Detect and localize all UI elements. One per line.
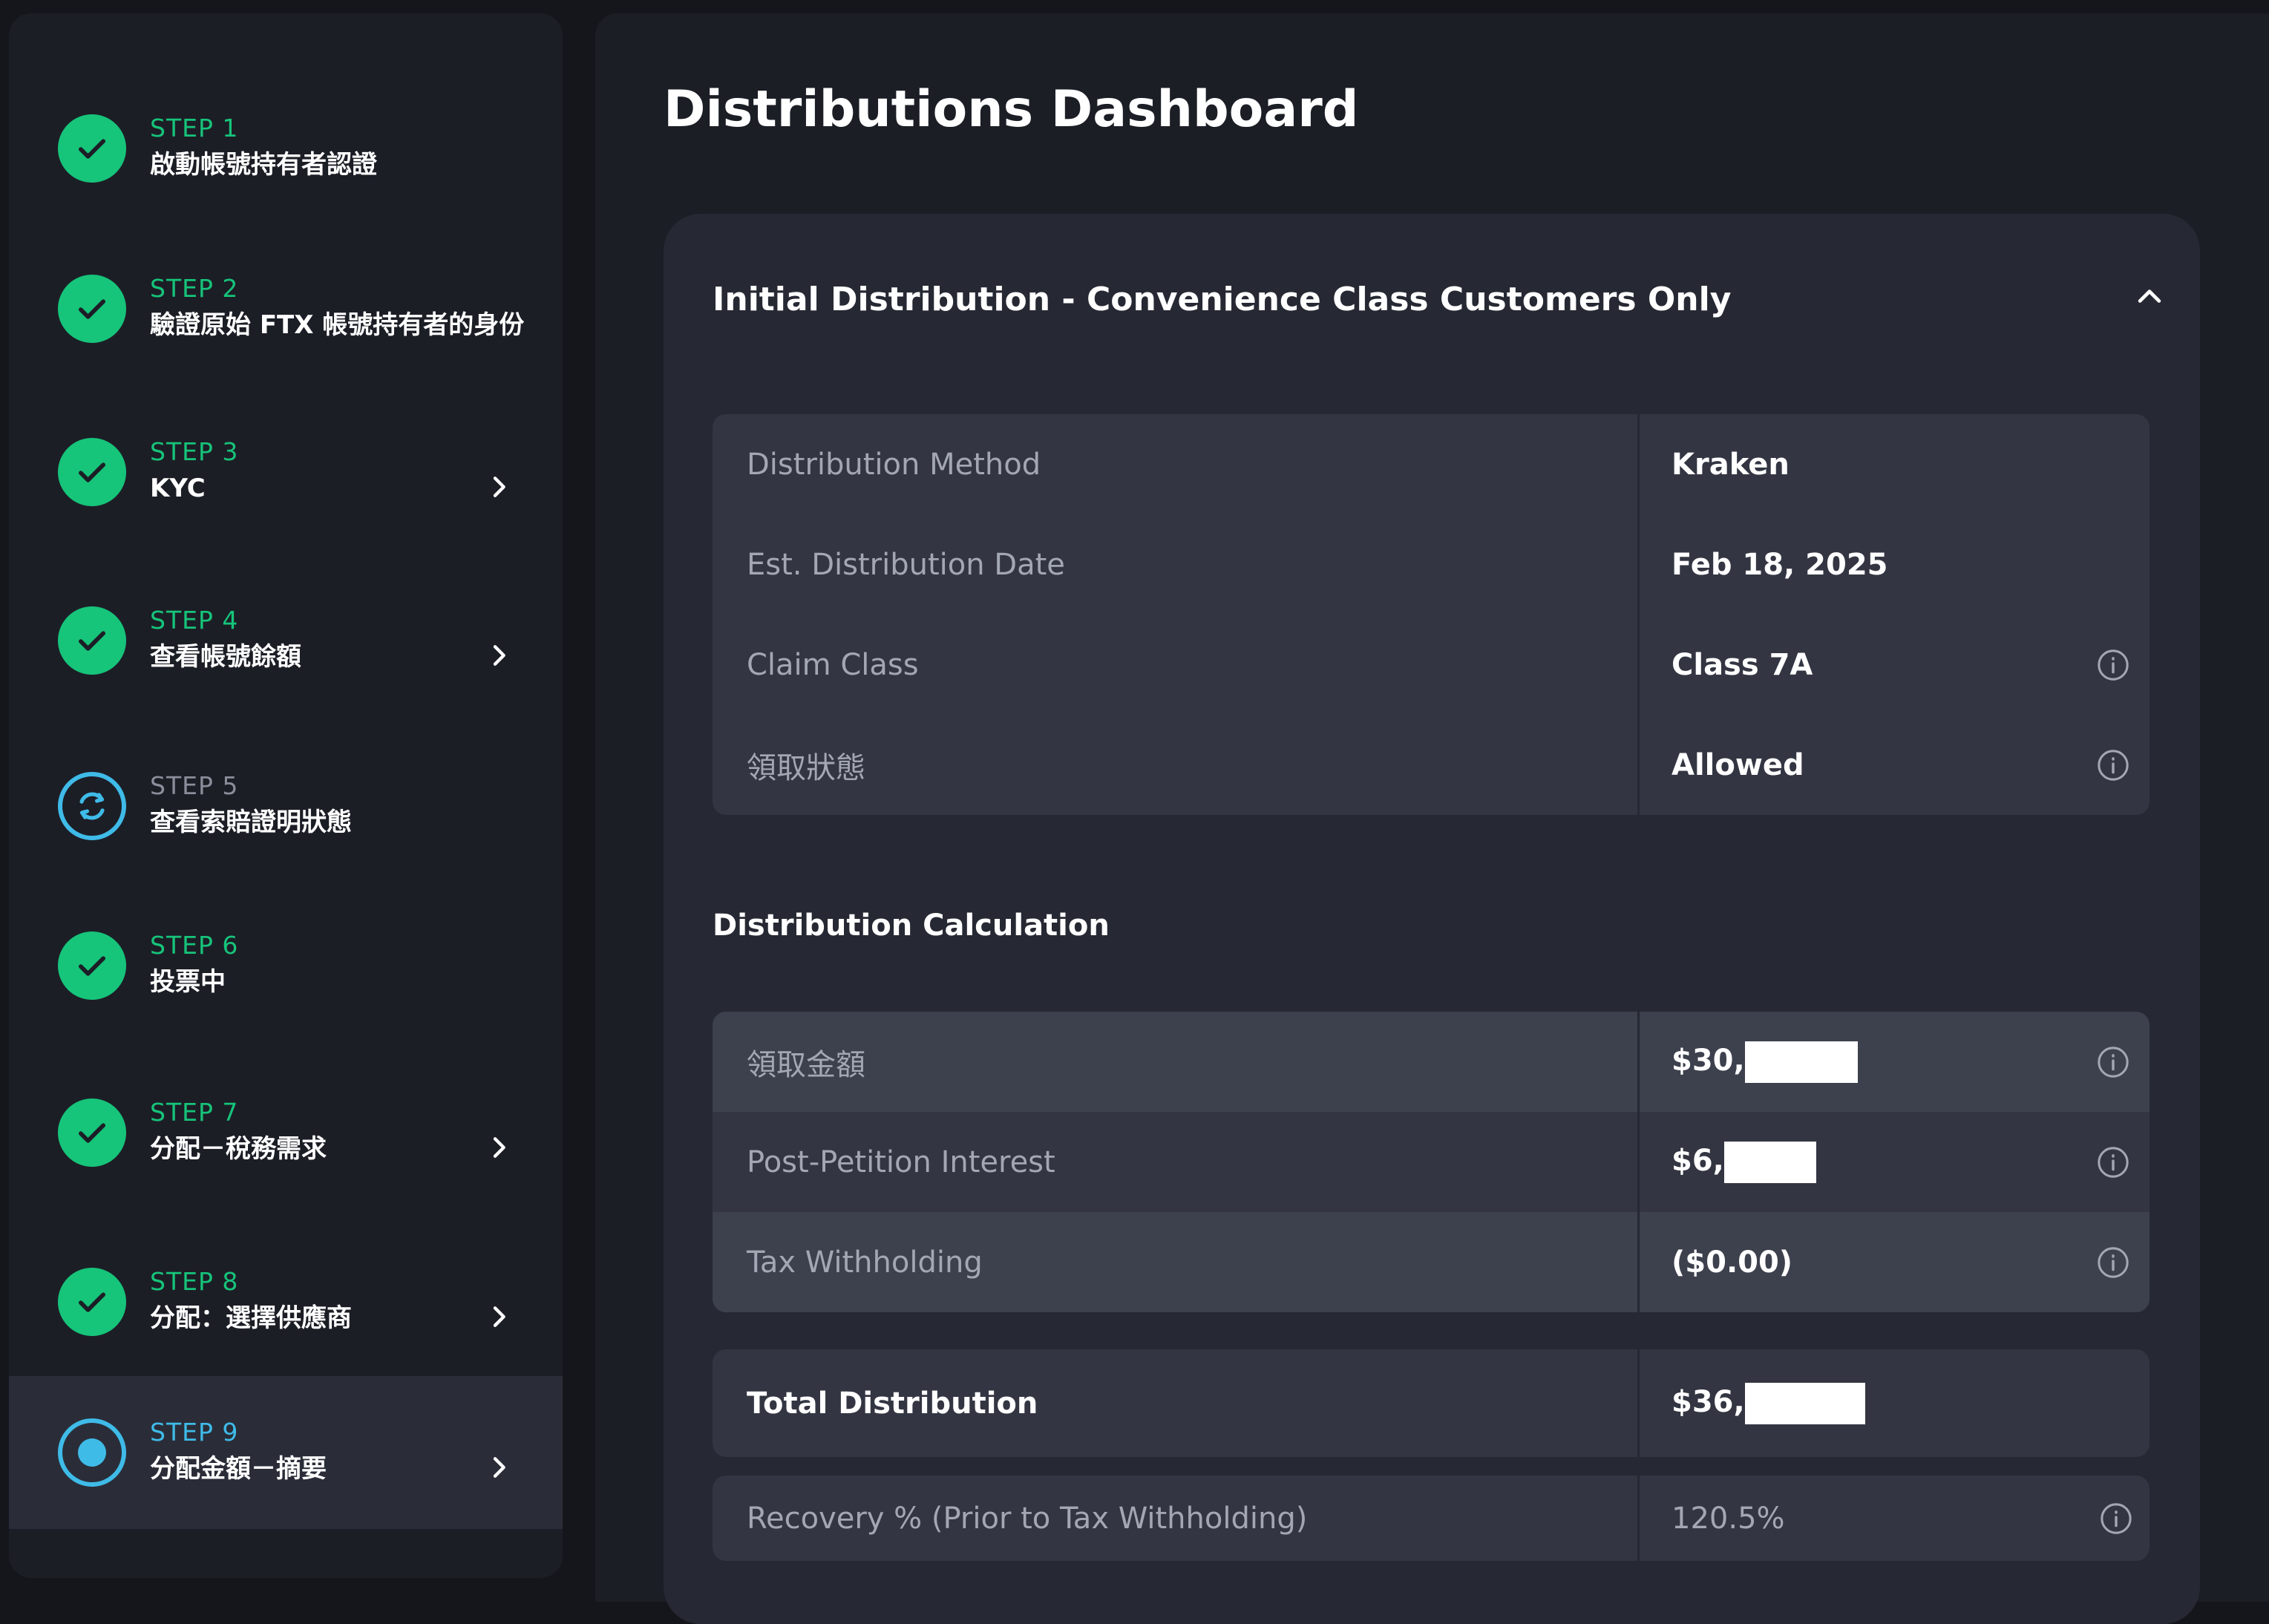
step-title: 分配－稅務需求 bbox=[150, 1134, 327, 1164]
row-label: 領取狀態 bbox=[747, 750, 865, 785]
step-number: STEP 9 bbox=[150, 1418, 239, 1447]
row-label: Post-Petition Interest bbox=[747, 1145, 1055, 1179]
step-5: STEP 5 查看索賠證明狀態 bbox=[9, 732, 563, 880]
step-number: STEP 3 bbox=[150, 437, 239, 466]
step-number: STEP 6 bbox=[150, 931, 239, 960]
info-icon[interactable] bbox=[2096, 648, 2130, 682]
table-row: 領取狀態 Allowed bbox=[713, 715, 2150, 815]
refresh-icon bbox=[58, 772, 126, 840]
info-icon[interactable] bbox=[2096, 1245, 2130, 1280]
chevron-right-icon[interactable] bbox=[484, 1133, 514, 1162]
table-row: 領取金額 $30, bbox=[713, 1012, 2150, 1112]
row-value: $36, bbox=[1672, 1382, 1865, 1424]
step-7[interactable]: STEP 7 分配－稅務需求 bbox=[9, 1058, 563, 1207]
table-row: Total Distribution $36, bbox=[713, 1349, 2150, 1457]
row-value: $6, bbox=[1672, 1141, 1816, 1183]
info-icon[interactable] bbox=[2099, 1502, 2133, 1536]
check-icon bbox=[58, 931, 126, 1000]
step-3[interactable]: STEP 3 KYC bbox=[9, 398, 563, 546]
redaction-box bbox=[1744, 1041, 1858, 1083]
step-number: STEP 8 bbox=[150, 1267, 239, 1296]
row-value: Kraken bbox=[1672, 447, 1790, 482]
card-title: Initial Distribution - Convenience Class… bbox=[713, 281, 1732, 318]
step-8[interactable]: STEP 8 分配：選擇供應商 bbox=[9, 1228, 563, 1376]
step-1: STEP 1 啟動帳號持有者認證 bbox=[9, 74, 563, 223]
step-2: STEP 2 驗證原始 FTX 帳號持有者的身份 bbox=[9, 235, 563, 383]
total-table: Total Distribution $36, bbox=[713, 1349, 2150, 1457]
main-panel: Distributions Dashboard Initial Distribu… bbox=[595, 13, 2269, 1624]
step-number: STEP 2 bbox=[150, 274, 239, 303]
table-row: Tax Withholding ($0.00) bbox=[713, 1212, 2150, 1312]
step-title: 啟動帳號持有者認證 bbox=[150, 150, 377, 180]
table-row: Post-Petition Interest $6, bbox=[713, 1112, 2150, 1212]
step-9[interactable]: STEP 9 分配金額－摘要 bbox=[9, 1376, 563, 1529]
step-title: 分配：選擇供應商 bbox=[150, 1303, 352, 1333]
row-value: Feb 18, 2025 bbox=[1672, 547, 1888, 582]
step-title: 查看索賠證明狀態 bbox=[150, 808, 352, 837]
row-value: 120.5% bbox=[1672, 1501, 1785, 1536]
step-number: STEP 1 bbox=[150, 114, 239, 143]
row-value: ($0.00) bbox=[1672, 1245, 1793, 1280]
info-icon[interactable] bbox=[2096, 748, 2130, 782]
chevron-right-icon[interactable] bbox=[484, 472, 514, 502]
steps-sidebar: STEP 1 啟動帳號持有者認證 STEP 2 驗證原始 FTX 帳號持有者的身… bbox=[9, 13, 563, 1578]
details-table: Distribution Method Kraken Est. Distribu… bbox=[713, 414, 2150, 815]
step-title: 查看帳號餘額 bbox=[150, 642, 301, 672]
row-value: $30, bbox=[1672, 1041, 1858, 1083]
chevron-right-icon[interactable] bbox=[484, 1453, 514, 1482]
step-title: 驗證原始 FTX 帳號持有者的身份 bbox=[150, 310, 525, 340]
step-title: 投票中 bbox=[150, 967, 226, 997]
check-icon bbox=[58, 275, 126, 343]
step-number: STEP 4 bbox=[150, 606, 239, 635]
table-row: Claim Class Class 7A bbox=[713, 615, 2150, 715]
info-icon[interactable] bbox=[2096, 1045, 2130, 1079]
current-step-icon bbox=[58, 1418, 126, 1487]
table-row: Recovery % (Prior to Tax Withholding) 12… bbox=[713, 1476, 2150, 1561]
check-icon bbox=[58, 1099, 126, 1167]
step-4[interactable]: STEP 4 查看帳號餘額 bbox=[9, 566, 563, 715]
row-label: Recovery % (Prior to Tax Withholding) bbox=[747, 1501, 1308, 1536]
row-value: Class 7A bbox=[1672, 647, 1813, 682]
distribution-card: Initial Distribution - Convenience Class… bbox=[664, 214, 2200, 1624]
check-icon bbox=[58, 438, 126, 506]
info-icon[interactable] bbox=[2096, 1145, 2130, 1179]
section-title: Distribution Calculation bbox=[713, 908, 1110, 943]
redaction-box bbox=[1744, 1382, 1865, 1424]
check-icon bbox=[58, 1268, 126, 1336]
row-label: Claim Class bbox=[747, 647, 919, 682]
calculation-table: 領取金額 $30, Post-Petition Interest $6, Tax… bbox=[713, 1012, 2150, 1312]
table-row: Distribution Method Kraken bbox=[713, 414, 2150, 514]
row-label: Distribution Method bbox=[747, 447, 1041, 482]
row-label: Total Distribution bbox=[747, 1386, 1038, 1421]
row-label: Est. Distribution Date bbox=[747, 547, 1065, 582]
chevron-right-icon[interactable] bbox=[484, 641, 514, 670]
page-title: Distributions Dashboard bbox=[664, 80, 1359, 139]
step-title: KYC bbox=[150, 474, 206, 503]
recovery-table: Recovery % (Prior to Tax Withholding) 12… bbox=[713, 1476, 2150, 1561]
row-value: Allowed bbox=[1672, 747, 1804, 782]
step-number: STEP 5 bbox=[150, 771, 239, 800]
redaction-box bbox=[1723, 1141, 1816, 1183]
table-row: Est. Distribution Date Feb 18, 2025 bbox=[713, 514, 2150, 615]
row-label: 領取金額 bbox=[747, 1047, 865, 1082]
step-6: STEP 6 投票中 bbox=[9, 891, 563, 1040]
check-icon bbox=[58, 114, 126, 183]
check-icon bbox=[58, 606, 126, 675]
step-title: 分配金額－摘要 bbox=[150, 1454, 327, 1484]
step-number: STEP 7 bbox=[150, 1098, 239, 1127]
row-label: Tax Withholding bbox=[747, 1245, 983, 1280]
chevron-up-icon[interactable] bbox=[2133, 281, 2166, 313]
chevron-right-icon[interactable] bbox=[484, 1302, 514, 1332]
